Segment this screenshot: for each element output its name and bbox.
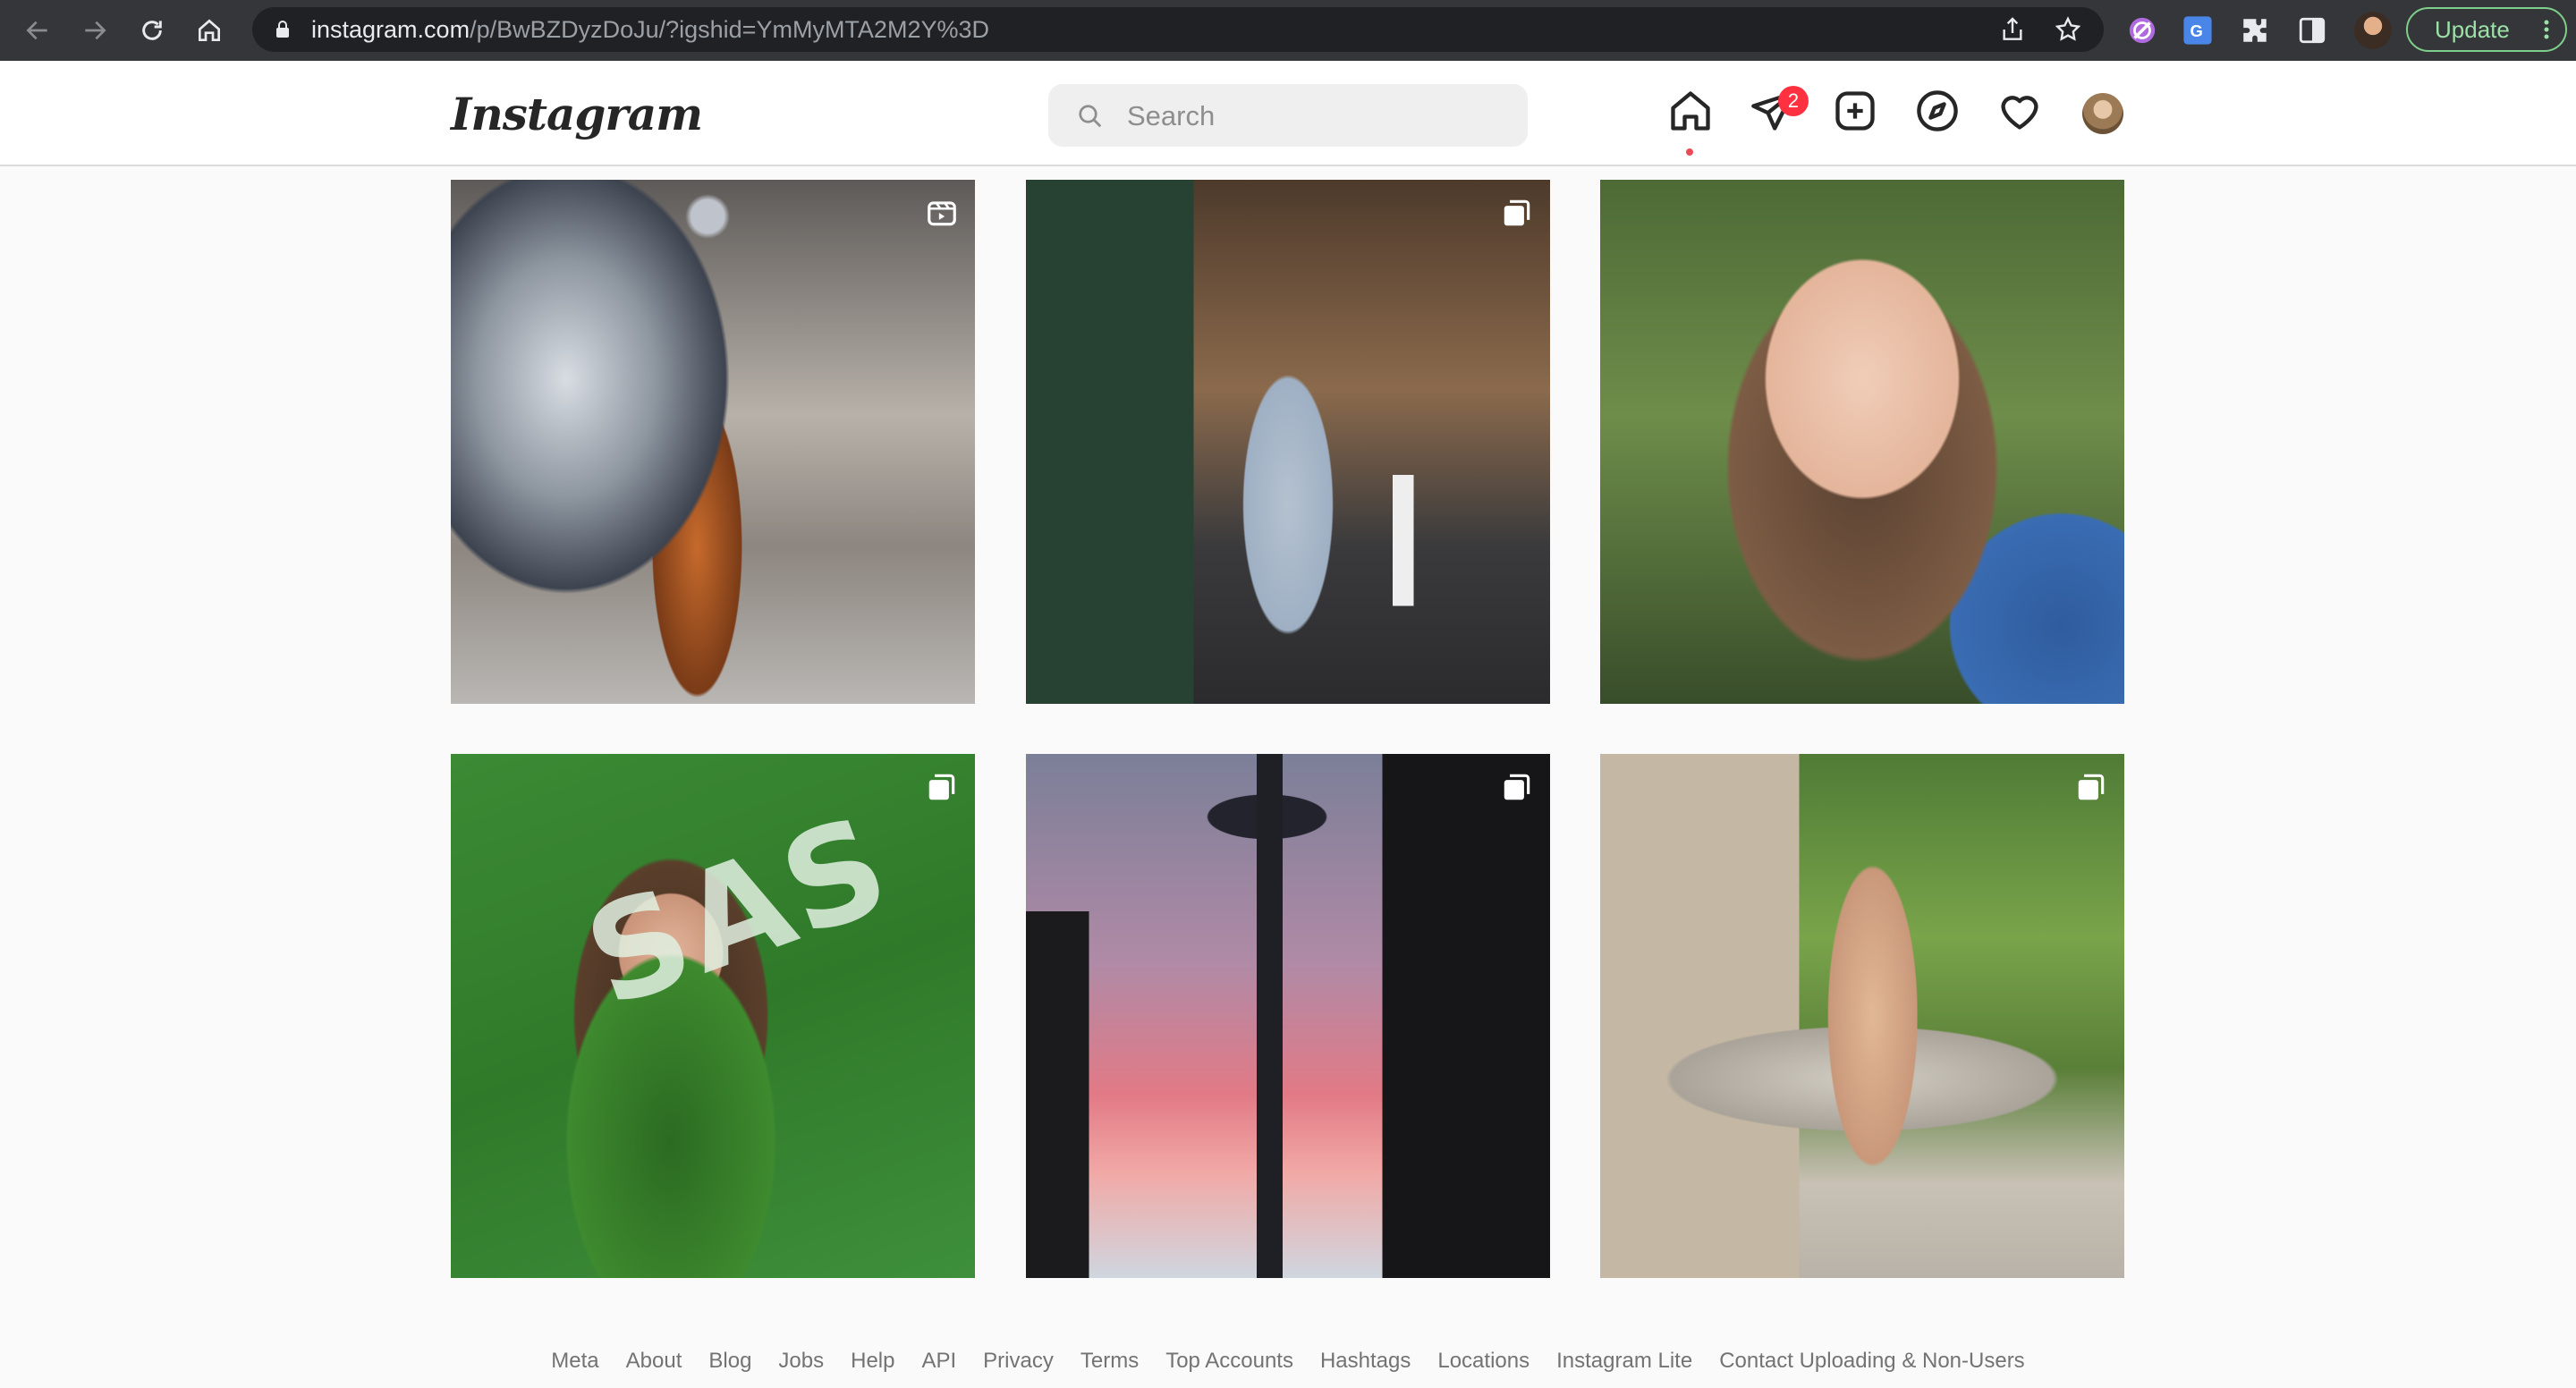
- update-label: Update: [2435, 16, 2510, 43]
- grid-photo-selfie[interactable]: [1600, 180, 2124, 704]
- new-post-nav[interactable]: [1832, 88, 1878, 134]
- home-button[interactable]: [190, 11, 229, 50]
- footer-link-top-accounts[interactable]: Top Accounts: [1165, 1334, 1293, 1379]
- search-input[interactable]: [1125, 84, 1504, 148]
- compass-icon: [1917, 90, 1958, 131]
- translate-extension-icon[interactable]: G: [2182, 15, 2213, 46]
- update-button[interactable]: Update: [2406, 7, 2567, 52]
- footer-link-instagram-lite[interactable]: Instagram Lite: [1556, 1334, 1692, 1379]
- footer-link-contact-uploading[interactable]: Contact Uploading & Non-Users: [1719, 1334, 2025, 1379]
- activity-nav[interactable]: [1996, 88, 2043, 134]
- messages-badge: 2: [1778, 86, 1809, 116]
- bookmark-star-icon[interactable]: [2054, 15, 2082, 44]
- browser-profile-avatar[interactable]: [2354, 12, 2392, 49]
- lock-icon: [276, 21, 289, 38]
- instagram-header: Instagram 2: [0, 61, 2576, 166]
- reload-button[interactable]: [132, 11, 172, 50]
- grid-photo-green-backdrop[interactable]: SAS: [451, 754, 975, 1278]
- multi-photo-icon: [1504, 199, 1530, 226]
- heart-icon: [2001, 96, 2038, 130]
- grid-photo-cn-tower[interactable]: [1026, 754, 1550, 1278]
- multi-photo-icon: [1504, 774, 1530, 800]
- backdrop-text: SAS: [567, 786, 911, 1038]
- footer-link-about[interactable]: About: [626, 1334, 682, 1379]
- grid-photo-garden-bench[interactable]: [1600, 754, 2124, 1278]
- search-icon: [1079, 105, 1102, 128]
- puzzle-extensions-icon[interactable]: [2240, 15, 2270, 46]
- house-icon: [199, 19, 220, 41]
- footer-link-jobs[interactable]: Jobs: [778, 1334, 824, 1379]
- more-vert-icon: [2544, 20, 2549, 39]
- arrow-left-icon: [26, 21, 47, 40]
- footer-link-meta[interactable]: Meta: [551, 1334, 598, 1379]
- footer-link-terms[interactable]: Terms: [1080, 1334, 1139, 1379]
- multi-photo-icon: [928, 774, 955, 800]
- share-icon[interactable]: [1998, 15, 2027, 44]
- explore-nav[interactable]: [1914, 88, 1961, 134]
- footer-link-help[interactable]: Help: [851, 1334, 894, 1379]
- reel-icon: [928, 201, 956, 226]
- block-extension-icon[interactable]: [2127, 15, 2157, 46]
- footer-link-api[interactable]: API: [921, 1334, 956, 1379]
- footer-link-privacy[interactable]: Privacy: [983, 1334, 1054, 1379]
- browser-toolbar: instagram.com/p/BwBZDyzDoJu/?igshid=YmMy…: [0, 0, 2576, 61]
- forward-button[interactable]: [75, 11, 114, 50]
- footer-link-locations[interactable]: Locations: [1437, 1334, 1530, 1379]
- search-box[interactable]: [1048, 84, 1528, 148]
- arrow-right-icon: [85, 21, 106, 40]
- instagram-logo[interactable]: Instagram: [451, 88, 703, 140]
- back-button[interactable]: [18, 11, 57, 50]
- footer-links: Meta About Blog Jobs Help API Privacy Te…: [0, 1334, 2576, 1379]
- profile-avatar[interactable]: [2082, 93, 2123, 134]
- footer-link-hashtags[interactable]: Hashtags: [1320, 1334, 1411, 1379]
- active-indicator-dot: [1686, 148, 1693, 156]
- url-text: instagram.com/p/BwBZDyzDoJu/?igshid=YmMy…: [311, 16, 989, 43]
- footer-link-blog[interactable]: Blog: [708, 1334, 751, 1379]
- multi-photo-icon: [2078, 774, 2105, 800]
- side-panel-icon[interactable]: [2297, 15, 2327, 46]
- address-bar[interactable]: instagram.com/p/BwBZDyzDoJu/?igshid=YmMy…: [252, 7, 2104, 52]
- grid-photo-street-blazer[interactable]: [1026, 180, 1550, 704]
- home-icon: [1671, 91, 1710, 131]
- home-nav[interactable]: [1667, 88, 1714, 134]
- plus-square-icon: [1835, 91, 1875, 131]
- reload-icon: [142, 21, 162, 40]
- svg-text:G: G: [2190, 21, 2203, 40]
- grid-photo-disco-ball[interactable]: [451, 180, 975, 704]
